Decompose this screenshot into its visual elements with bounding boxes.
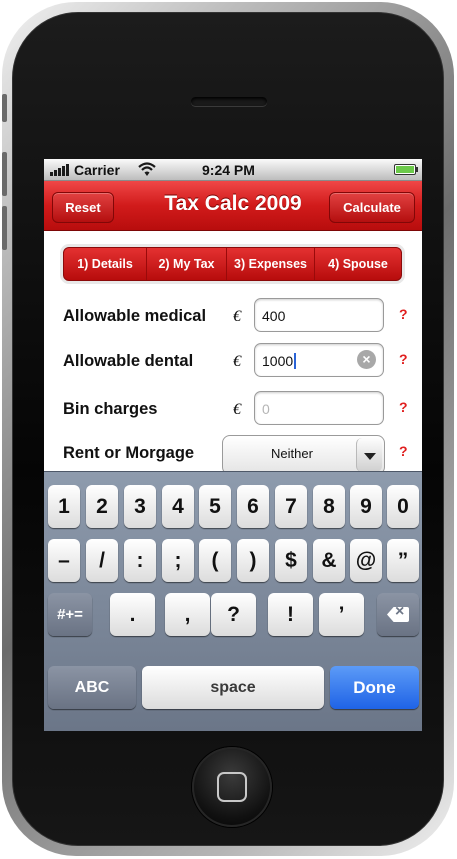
- rent-select[interactable]: Neither: [222, 435, 385, 475]
- dental-label: Allowable dental: [63, 352, 194, 370]
- mute-switch: [2, 94, 7, 122]
- key-question[interactable]: ?: [211, 593, 256, 636]
- screen: Carrier 9:24 PM Reset Tax Calc 2009 Calc…: [44, 159, 422, 731]
- medical-input[interactable]: 400: [254, 298, 384, 332]
- space-key[interactable]: space: [142, 666, 324, 709]
- key-7[interactable]: 7: [275, 485, 307, 528]
- key-open-paren[interactable]: (: [199, 539, 231, 582]
- done-key[interactable]: Done: [330, 666, 419, 709]
- backspace-key[interactable]: [377, 593, 419, 636]
- clear-icon[interactable]: ×: [357, 350, 376, 369]
- key-colon[interactable]: :: [124, 539, 156, 582]
- euro-symbol: €: [233, 308, 241, 325]
- key-semicolon[interactable]: ;: [162, 539, 194, 582]
- rent-help-icon[interactable]: ?: [399, 443, 408, 459]
- backspace-icon: [387, 607, 409, 622]
- medical-value: 400: [262, 308, 286, 324]
- key-ampersand[interactable]: &: [313, 539, 345, 582]
- key-4[interactable]: 4: [162, 485, 194, 528]
- key-6[interactable]: 6: [237, 485, 269, 528]
- key-8[interactable]: 8: [313, 485, 345, 528]
- rent-row: Rent or Morgage Neither ?: [44, 435, 422, 475]
- key-quote[interactable]: ”: [387, 539, 419, 582]
- battery-tip: [416, 167, 418, 172]
- tab-my-tax[interactable]: 2) My Tax: [146, 248, 226, 280]
- key-2[interactable]: 2: [86, 485, 118, 528]
- bin-help-icon[interactable]: ?: [399, 399, 408, 415]
- volume-down-button: [2, 206, 7, 250]
- medical-help-icon[interactable]: ?: [399, 306, 408, 322]
- bin-placeholder: 0: [262, 401, 270, 417]
- key-period[interactable]: .: [110, 593, 155, 636]
- navigation-bar: Reset Tax Calc 2009 Calculate: [44, 181, 422, 231]
- calculate-button[interactable]: Calculate: [329, 192, 415, 223]
- tab-spouse[interactable]: 4) Spouse: [314, 248, 401, 280]
- carrier-name: Carrier: [74, 162, 120, 178]
- home-button[interactable]: [192, 747, 272, 827]
- key-more-symbols[interactable]: #+=: [48, 593, 92, 636]
- key-apostrophe[interactable]: ’: [319, 593, 364, 636]
- key-3[interactable]: 3: [124, 485, 156, 528]
- medical-row: Allowable medical € 400 ?: [44, 298, 422, 338]
- wifi-icon: [138, 162, 156, 176]
- status-time: 9:24 PM: [202, 162, 255, 178]
- tab-details[interactable]: 1) Details: [64, 248, 146, 280]
- key-exclamation[interactable]: !: [268, 593, 313, 636]
- rent-label: Rent or Morgage: [63, 444, 195, 462]
- section-tabs: 1) Details 2) My Tax 3) Expenses 4) Spou…: [63, 247, 402, 281]
- dental-help-icon[interactable]: ?: [399, 351, 408, 367]
- key-9[interactable]: 9: [350, 485, 382, 528]
- tab-expenses[interactable]: 3) Expenses: [226, 248, 314, 280]
- rent-selected-value: Neither: [271, 446, 313, 461]
- key-at[interactable]: @: [350, 539, 382, 582]
- home-square-icon: [217, 772, 247, 802]
- key-1[interactable]: 1: [48, 485, 80, 528]
- app-title: Tax Calc 2009: [164, 192, 302, 215]
- key-dollar[interactable]: $: [275, 539, 307, 582]
- bin-row: Bin charges € 0 ?: [44, 391, 422, 431]
- euro-symbol: €: [233, 353, 241, 370]
- key-slash[interactable]: /: [86, 539, 118, 582]
- status-bar: Carrier 9:24 PM: [44, 159, 422, 181]
- abc-key[interactable]: ABC: [48, 666, 136, 709]
- bin-input[interactable]: 0: [254, 391, 384, 425]
- numeric-keyboard: 1 2 3 4 5 6 7 8 9 0 – / : ; ( ) $ & @ ” …: [44, 471, 422, 731]
- key-dash[interactable]: –: [48, 539, 80, 582]
- volume-up-button: [2, 152, 7, 196]
- key-0[interactable]: 0: [387, 485, 419, 528]
- dental-row: Allowable dental € 1000 × ?: [44, 343, 422, 383]
- text-caret: [294, 353, 297, 369]
- signal-strength-icon: [50, 164, 69, 176]
- bin-label: Bin charges: [63, 400, 158, 418]
- battery-icon: [394, 164, 416, 175]
- key-close-paren[interactable]: ): [237, 539, 269, 582]
- reset-button[interactable]: Reset: [52, 192, 114, 223]
- medical-label: Allowable medical: [63, 307, 207, 325]
- key-comma[interactable]: ,: [165, 593, 210, 636]
- earpiece-speaker: [191, 97, 267, 106]
- euro-symbol: €: [233, 401, 241, 418]
- key-5[interactable]: 5: [199, 485, 231, 528]
- dental-value: 1000: [262, 353, 294, 369]
- chevron-down-icon[interactable]: [356, 438, 382, 472]
